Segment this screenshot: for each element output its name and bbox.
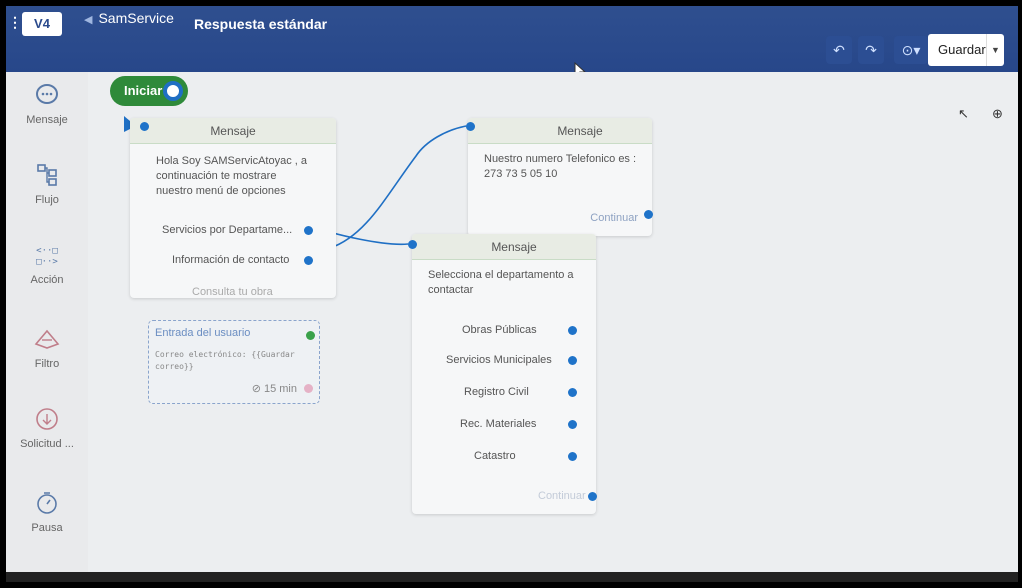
option-port[interactable] bbox=[568, 388, 577, 397]
option-port[interactable] bbox=[568, 452, 577, 461]
option-label: Catastro bbox=[474, 450, 516, 462]
input-port[interactable] bbox=[466, 122, 475, 131]
message-node-1[interactable]: Mensaje Hola Soy SAMServicAtoyac , a con… bbox=[130, 118, 336, 298]
option-port[interactable] bbox=[568, 356, 577, 365]
option-label: Consulta tu obra bbox=[192, 286, 273, 298]
continue-port[interactable] bbox=[588, 492, 597, 501]
node-title: Mensaje bbox=[468, 118, 652, 144]
input-port[interactable] bbox=[140, 122, 149, 131]
option-label: Servicios por Departame... bbox=[162, 224, 293, 236]
timeout-port[interactable] bbox=[304, 384, 313, 393]
option-port[interactable] bbox=[304, 226, 313, 235]
start-output-port[interactable] bbox=[163, 81, 183, 101]
option-port[interactable] bbox=[568, 326, 577, 335]
start-node[interactable]: Iniciar bbox=[110, 76, 188, 106]
os-taskbar bbox=[6, 572, 1018, 582]
screen: ⋮ V4 ◀ SamService Respuesta estándar ↶ ↷ … bbox=[6, 6, 1018, 582]
option-label: Rec. Materiales bbox=[460, 418, 537, 430]
status-dot bbox=[306, 331, 315, 340]
node-title: Mensaje bbox=[130, 118, 336, 144]
option-label: Servicios Municipales bbox=[446, 354, 552, 366]
continue-label: Continuar bbox=[590, 212, 638, 224]
timeout-value: 15 min bbox=[263, 383, 297, 395]
user-input-node[interactable]: Entrada del usuario Correo electrónico: … bbox=[148, 320, 320, 404]
input-port[interactable] bbox=[408, 240, 417, 249]
option-label: Obras Públicas bbox=[462, 324, 537, 336]
option-port[interactable] bbox=[304, 256, 313, 265]
option-label: Registro Civil bbox=[464, 386, 529, 398]
message-node-2[interactable]: Mensaje Nuestro numero Telefonico es : 2… bbox=[468, 118, 652, 236]
start-label: Iniciar bbox=[124, 83, 163, 98]
option-port[interactable] bbox=[568, 420, 577, 429]
option-label: Información de contacto bbox=[172, 254, 290, 266]
node-message-text: Selecciona el departamento a contactar bbox=[428, 269, 574, 296]
timeout-label: ⊘ 15 min bbox=[251, 383, 297, 395]
node-title: Mensaje bbox=[412, 234, 596, 260]
user-input-detail: Correo electrónico: {{Guardar correo}} bbox=[155, 350, 295, 371]
continue-label: Continuar bbox=[538, 490, 586, 502]
message-node-3[interactable]: Mensaje Selecciona el departamento a con… bbox=[412, 234, 596, 514]
node-message-text: Hola Soy SAMServicAtoyac , a continuació… bbox=[156, 155, 308, 197]
user-input-title: Entrada del usuario bbox=[155, 327, 251, 339]
continue-port[interactable] bbox=[644, 210, 653, 219]
node-message-text: Nuestro numero Telefonico es : 273 73 5 … bbox=[484, 153, 637, 180]
